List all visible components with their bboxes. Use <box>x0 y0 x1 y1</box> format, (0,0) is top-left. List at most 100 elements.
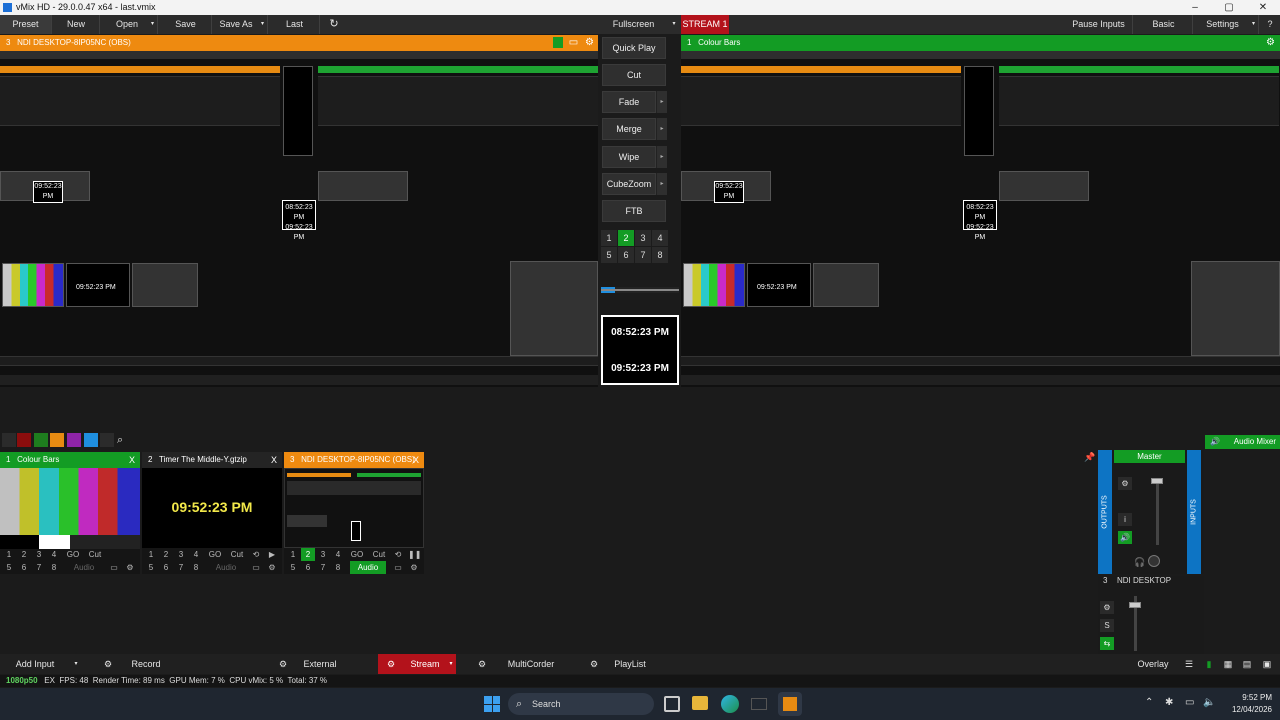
edge-browser-icon[interactable] <box>721 695 739 713</box>
color-swatch-grey[interactable] <box>100 433 114 447</box>
stream-dropdown-icon[interactable]: ▾ <box>446 654 456 674</box>
channel-gear-icon[interactable]: ⚙ <box>1100 601 1114 614</box>
go-button[interactable]: GO <box>205 548 225 561</box>
fullscreen-button[interactable]: Fullscreen <box>600 15 667 34</box>
pause-icon[interactable]: ❚❚ <box>408 548 421 561</box>
transition-number-4[interactable]: 4 <box>652 230 668 246</box>
preview-settings-gear-icon[interactable]: ⚙ <box>584 37 595 48</box>
overlay-8-button[interactable]: 8 <box>47 561 61 574</box>
overlay-4-button[interactable]: 4 <box>189 548 203 561</box>
layout-icon[interactable]: ▣ <box>1257 654 1277 674</box>
task-view-icon[interactable] <box>664 696 680 712</box>
taskbar-search-box[interactable]: ⌕ Search <box>508 693 654 715</box>
outputs-tab[interactable]: OUTPUTS <box>1098 450 1112 574</box>
fade-dropdown-icon[interactable]: ▸ <box>656 91 667 113</box>
monitor-icon[interactable]: ▭ <box>108 561 120 574</box>
save-as-dropdown-icon[interactable]: ▾ <box>258 15 268 34</box>
stream-settings-gear-icon[interactable]: ⚙ <box>378 654 404 674</box>
color-swatch-none[interactable] <box>2 433 16 447</box>
inputs-tab[interactable]: INPUTS <box>1187 450 1201 574</box>
overlay-1-button[interactable]: 1 <box>144 548 158 561</box>
program-monitor[interactable]: 09:52:23 PM 08:52:23 PM 09:52:23 PM 09:5… <box>681 51 1280 387</box>
overlay-5-button[interactable]: 5 <box>144 561 158 574</box>
stream-status-badge[interactable]: STREAM 1 <box>681 15 729 34</box>
add-input-dropdown-icon[interactable]: ▾ <box>70 654 82 674</box>
multicorder-button[interactable]: MultiCorder <box>496 654 566 674</box>
transition-number-2[interactable]: 2 <box>618 230 634 246</box>
fullscreen-dropdown-icon[interactable]: ▾ <box>669 15 679 34</box>
fade-button[interactable]: Fade <box>602 91 656 113</box>
overlay-6-button[interactable]: 6 <box>159 561 173 574</box>
input-card-ndi[interactable]: 3 NDI DESKTOP-8IP05NC (OBS) X 1 2 3 4 GO… <box>284 452 424 574</box>
overlay-3-button[interactable]: 3 <box>316 548 330 561</box>
overlay-5-button[interactable]: 5 <box>286 561 300 574</box>
transition-number-5[interactable]: 5 <box>601 247 617 263</box>
transition-number-1[interactable]: 1 <box>601 230 617 246</box>
preview-layout-icon[interactable]: ▭ <box>568 37 579 48</box>
close-window-button[interactable]: ✕ <box>1246 0 1280 15</box>
cut-button[interactable]: Cut <box>602 64 666 86</box>
windows-start-icon[interactable] <box>484 696 500 712</box>
overlay-3-button[interactable]: 3 <box>174 548 188 561</box>
go-button[interactable]: GO <box>347 548 367 561</box>
tray-clock[interactable]: 9:52 PM 12/04/2026 <box>1222 692 1272 716</box>
new-button[interactable]: New <box>53 15 100 34</box>
overlay-8-button[interactable]: 8 <box>331 561 345 574</box>
t-bar-slider[interactable] <box>601 287 679 293</box>
overlay-2-button[interactable]: 2 <box>301 548 315 561</box>
input-cut-button[interactable]: Cut <box>227 548 247 561</box>
external-button[interactable]: External <box>296 654 344 674</box>
wipe-dropdown-icon[interactable]: ▸ <box>656 146 667 168</box>
grid-view-icon[interactable]: ▦ <box>1219 654 1237 674</box>
channel-fader-knob[interactable] <box>1129 602 1141 608</box>
minimize-button[interactable]: – <box>1178 0 1212 15</box>
vmix-taskbar-button[interactable] <box>778 692 802 716</box>
overlay-6-button[interactable]: 6 <box>17 561 31 574</box>
close-input-button[interactable]: X <box>413 452 419 468</box>
master-info-button[interactable]: i <box>1118 513 1132 526</box>
transition-number-7[interactable]: 7 <box>635 247 651 263</box>
save-button[interactable]: Save <box>160 15 212 34</box>
overlay-1-button[interactable]: 1 <box>286 548 300 561</box>
wipe-button[interactable]: Wipe <box>602 146 656 168</box>
overlay-2-button[interactable]: 2 <box>17 548 31 561</box>
input-cut-button[interactable]: Cut <box>369 548 389 561</box>
save-as-button[interactable]: Save As <box>214 15 258 34</box>
input-cut-button[interactable]: Cut <box>85 548 105 561</box>
color-swatch-purple[interactable] <box>67 433 81 447</box>
close-input-button[interactable]: X <box>129 452 135 468</box>
input-gear-icon[interactable]: ⚙ <box>266 561 278 574</box>
audio-meter-icon[interactable]: ▮ <box>1200 654 1218 674</box>
color-swatch-green[interactable] <box>34 433 48 447</box>
list-view-icon[interactable]: ☰ <box>1180 654 1198 674</box>
loop-icon[interactable]: ⟲ <box>250 548 262 561</box>
headphones-icon[interactable]: 🎧 <box>1134 557 1145 568</box>
maximize-button[interactable]: ▢ <box>1212 0 1246 15</box>
external-settings-gear-icon[interactable]: ⚙ <box>272 654 294 674</box>
playlist-settings-gear-icon[interactable]: ⚙ <box>583 654 605 674</box>
open-button[interactable]: Open <box>104 15 150 34</box>
program-settings-gear-icon[interactable]: ⚙ <box>1265 37 1276 48</box>
master-mute-icon[interactable]: 🔊 <box>1118 531 1132 544</box>
cubezoom-dropdown-icon[interactable]: ▸ <box>656 173 667 195</box>
stream-button[interactable]: Stream <box>404 654 446 674</box>
overlay-4-button[interactable]: 4 <box>331 548 345 561</box>
balance-knob[interactable] <box>1148 555 1160 567</box>
multicorder-settings-gear-icon[interactable]: ⚙ <box>471 654 493 674</box>
transition-number-3[interactable]: 3 <box>635 230 651 246</box>
overlay-1-button[interactable]: 1 <box>2 548 16 561</box>
tray-chevron-icon[interactable]: ⌃ <box>1145 697 1153 708</box>
overlay-2-button[interactable]: 2 <box>159 548 173 561</box>
color-swatch-red[interactable] <box>17 433 31 447</box>
refresh-icon[interactable]: ↻ <box>322 15 346 34</box>
overlay-5-button[interactable]: 5 <box>2 561 16 574</box>
audio-mixer-header[interactable]: 🔊 Audio Mixer <box>1205 435 1280 449</box>
input-gear-icon[interactable]: ⚙ <box>408 561 420 574</box>
overlay-button[interactable]: Overlay <box>1128 654 1178 674</box>
basic-button[interactable]: Basic <box>1135 15 1193 34</box>
transition-number-8[interactable]: 8 <box>652 247 668 263</box>
search-icon[interactable]: ⌕ <box>117 433 131 447</box>
input-card-colour-bars[interactable]: 1 Colour Bars X 1 2 3 4 GO Cut 5 6 7 8 A… <box>0 452 140 574</box>
obs-app-icon[interactable] <box>751 698 767 710</box>
color-swatch-orange[interactable] <box>50 433 64 447</box>
